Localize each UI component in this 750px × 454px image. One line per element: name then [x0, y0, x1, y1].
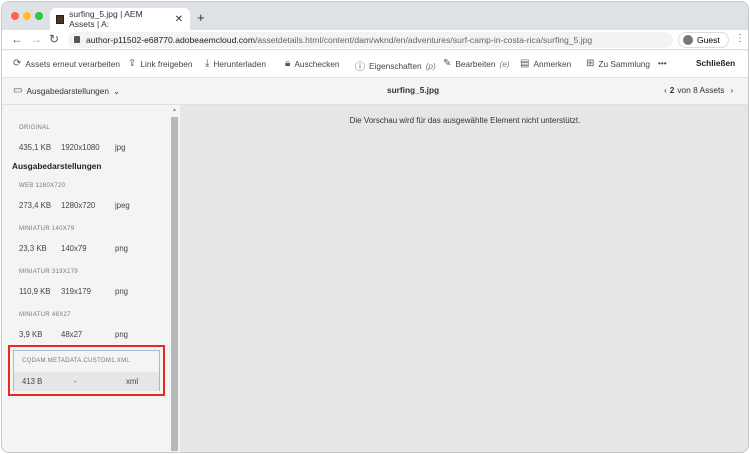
annotate-button[interactable]: ▤ Anmerken — [520, 58, 571, 69]
chevron-down-icon: ⌄ — [113, 85, 120, 96]
pencil-icon: ✎ — [443, 58, 452, 69]
forward-icon[interactable]: → — [30, 32, 42, 46]
rendition-label: MINIATUR 140X79 — [19, 226, 75, 232]
maximize-window-button[interactable] — [35, 12, 43, 20]
next-asset-icon[interactable]: › — [730, 85, 733, 95]
rendition-label: ORIGINAL — [19, 125, 51, 131]
previous-asset-icon[interactable]: ‹ — [664, 85, 667, 95]
reprocess-button[interactable]: ⟳ Assets erneut verarbeiten — [13, 58, 120, 69]
rendition-label: MINIATUR 319X179 — [19, 269, 79, 275]
rendition-dims: 48x27 — [61, 330, 83, 339]
add-to-collection-button[interactable]: ⊞ Zu Sammlung — [586, 58, 650, 69]
rendition-size: 3,9 KB — [19, 330, 43, 339]
tab-bar: surfing_5.jpg | AEM Assets | A: ✕ + — [2, 2, 748, 30]
renditions-panel: ▲ ORIGINAL 435,1 KB 1920x1080 jpg Ausgab… — [2, 105, 180, 452]
properties-label: Eigenschaften — [369, 60, 422, 71]
reload-icon[interactable]: ↻ — [49, 32, 59, 46]
collection-label: Zu Sammlung — [598, 58, 651, 69]
rail-selector-label: Ausgabedarstellungen — [26, 85, 110, 96]
scrollbar[interactable] — [171, 117, 178, 451]
rendition-selected-row: 413 B - xml — [14, 372, 159, 391]
asset-toolbar: ⟳ Assets erneut verarbeiten ⇪ Link freigeb… — [2, 51, 748, 78]
scroll-up-icon[interactable]: ▲ — [172, 107, 177, 113]
highlight-box: CQDAM.METADATA.CUSTOM1.XML 413 B - xml — [8, 345, 165, 396]
lock-icon — [74, 36, 80, 43]
rail-icon: ▭ — [13, 85, 23, 96]
download-label: Herunterladen — [213, 58, 267, 69]
minimize-window-button[interactable] — [23, 12, 31, 20]
rendition-format: png — [115, 244, 129, 253]
browser-window: surfing_5.jpg | AEM Assets | A: ✕ + ← → … — [1, 1, 749, 453]
preview-area: Die Vorschau wird für das ausgewählte El… — [180, 105, 748, 452]
page-total: von 8 Assets — [677, 85, 725, 95]
rendition-size: 435,1 KB — [19, 143, 52, 152]
more-icon: ••• — [658, 58, 667, 68]
checkout-button[interactable]: 🔒︎ Auschecken — [285, 58, 340, 69]
profile-button[interactable]: Guest — [678, 32, 729, 48]
comment-icon: ▤ — [520, 58, 530, 69]
edit-button[interactable]: ✎ Bearbeiten (e) — [443, 58, 510, 69]
edit-label: Bearbeiten — [455, 58, 496, 69]
preview-unsupported-message: Die Vorschau wird für das ausgewählte El… — [349, 116, 581, 125]
section-title: Ausgabedarstellungen — [12, 161, 102, 171]
close-button[interactable]: Schließen — [696, 58, 735, 68]
share-label: Link freigeben — [140, 58, 193, 69]
download-button[interactable]: ⤓ Herunterladen — [205, 58, 266, 69]
profile-label: Guest — [697, 35, 720, 45]
close-window-button[interactable] — [11, 12, 19, 20]
properties-button[interactable]: ⓘ Eigenschaften (p) — [355, 58, 436, 74]
refresh-icon: ⟳ — [13, 58, 22, 69]
browser-tab[interactable]: surfing_5.jpg | AEM Assets | A: ✕ — [50, 8, 190, 30]
rendition-format: xml — [126, 377, 139, 386]
lock-icon: 🔒︎ — [285, 58, 291, 69]
info-icon: ⓘ — [355, 62, 365, 73]
reprocess-label: Assets erneut verarbeiten — [25, 58, 120, 69]
back-icon[interactable]: ← — [11, 32, 23, 46]
close-tab-icon[interactable]: ✕ — [175, 14, 183, 25]
share-link-button[interactable]: ⇪ Link freigeben — [128, 58, 193, 69]
page-current: 2 — [669, 85, 675, 95]
tab-title: surfing_5.jpg | AEM Assets | A: — [69, 9, 143, 29]
asset-header: ▭ Ausgabedarstellungen ⌄ surfing_5.jpg ‹ 2… — [2, 78, 748, 105]
url-input[interactable]: author-p11502-e68770.adobeaemcloud.com/a… — [68, 32, 673, 48]
rendition-size: 273,4 KB — [19, 201, 52, 210]
share-icon: ⇪ — [128, 58, 137, 69]
browser-menu-icon[interactable]: ⋮ — [735, 33, 745, 44]
new-tab-icon[interactable]: + — [197, 10, 205, 25]
rendition-label: WEB 1280X720 — [19, 183, 66, 189]
address-bar-row: ← → ↻ author-p11502-e68770.adobeaemcloud… — [2, 30, 748, 50]
properties-shortcut: (p) — [425, 60, 436, 71]
url-path: /assetdetails.html/content/dam/wknd/en/a… — [254, 35, 593, 45]
rendition-format: jpg — [115, 143, 126, 152]
rendition-dims: 140x79 — [61, 244, 87, 253]
rendition-size: 413 B — [22, 377, 43, 386]
rendition-dims: 319x179 — [61, 287, 91, 296]
checkout-label: Auschecken — [294, 58, 340, 69]
collection-icon: ⊞ — [586, 58, 595, 69]
edit-shortcut: (e) — [499, 58, 510, 69]
rail-selector[interactable]: ▭ Ausgabedarstellungen ⌄ — [13, 85, 120, 96]
user-icon — [683, 35, 693, 45]
rendition-format: png — [115, 330, 129, 339]
rendition-size: 110,9 KB — [19, 287, 51, 296]
rendition-label: CQDAM.METADATA.CUSTOM1.XML — [22, 358, 131, 364]
rendition-dims: 1920x1080 — [61, 143, 100, 152]
rendition-dims: 1280x720 — [61, 201, 96, 210]
rendition-size: 23,3 KB — [19, 244, 47, 253]
annotate-label: Anmerken — [533, 58, 572, 69]
favicon-icon — [56, 14, 65, 24]
rendition-format: png — [115, 287, 129, 296]
rendition-label: MINIATUR 48X27 — [19, 312, 71, 318]
rendition-dims: - — [74, 377, 77, 386]
url-host: author-p11502-e68770.adobeaemcloud.com — [86, 35, 255, 45]
asset-title: surfing_5.jpg — [387, 85, 440, 95]
rendition-format: jpeg — [115, 201, 130, 210]
download-icon: ⤓ — [205, 58, 210, 69]
rendition-selected[interactable]: CQDAM.METADATA.CUSTOM1.XML 413 B - xml — [13, 350, 160, 391]
pager: ‹ 2 von 8 Assets › — [664, 85, 733, 95]
more-button[interactable]: ••• — [658, 58, 667, 68]
